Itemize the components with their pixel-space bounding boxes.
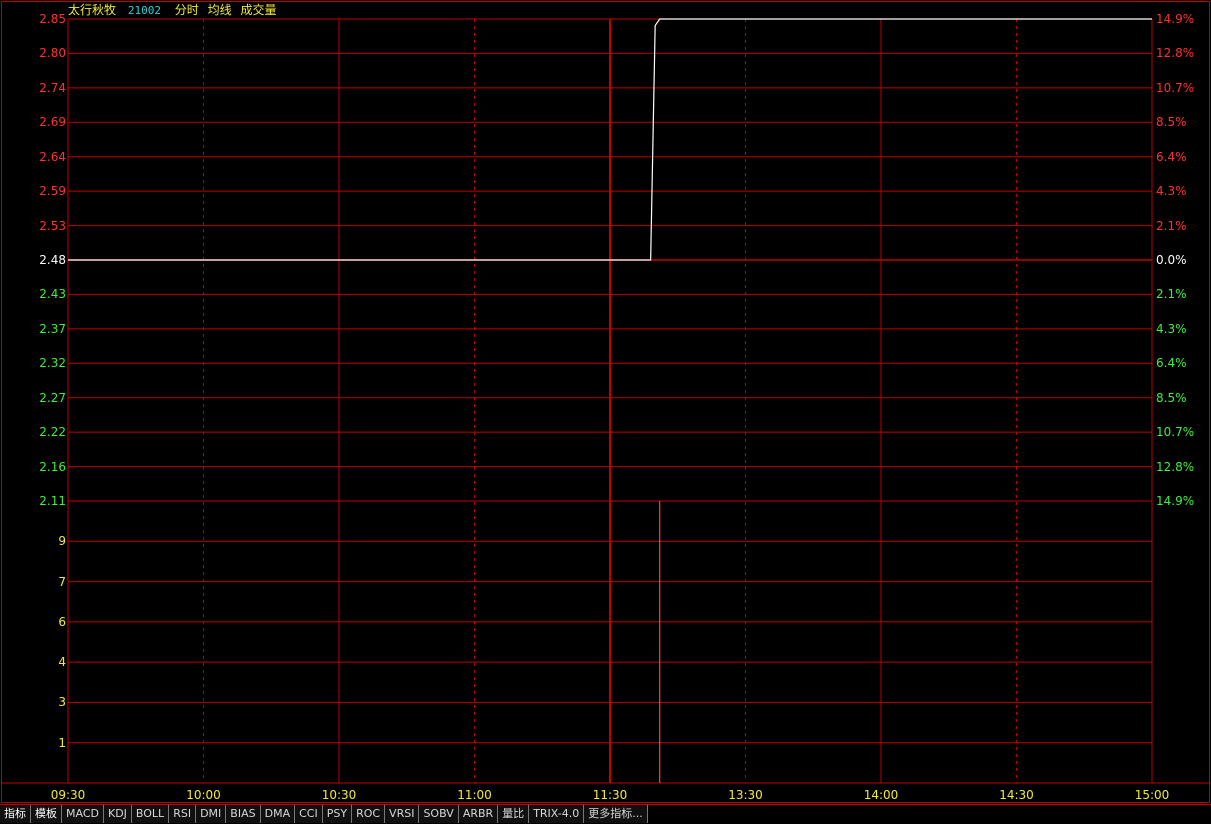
toolbar-item-0[interactable]: 指标 [0,805,31,823]
volume-tick-label: 3 [58,695,66,710]
time-tick-label: 10:30 [321,788,357,802]
toolbar-item-1[interactable]: 模板 [31,805,62,823]
toolbar-item-17[interactable]: 更多指标... [584,805,648,823]
percent-tick-label: 0.0% [1156,253,1187,267]
time-tick-label: 11:30 [592,788,628,802]
volume-tick-label: 9 [58,534,66,549]
intraday-chart[interactable] [0,0,1211,804]
time-tick-label: 10:00 [186,788,221,802]
price-tick-label: 2.64 [39,149,66,164]
toolbar-item-2[interactable]: MACD [62,805,104,823]
percent-tick-label: 12.8% [1156,459,1195,474]
price-tick-label: 2.69 [39,115,66,130]
toolbar-item-8[interactable]: DMA [260,805,296,823]
toolbar-item-4[interactable]: BOLL [131,805,170,823]
label-timeshare[interactable]: 分时 [175,3,199,17]
price-tick-label: 2.11 [39,494,66,508]
time-tick-label: 14:30 [999,788,1034,802]
percent-tick-label: 12.8% [1156,46,1195,61]
toolbar-item-11[interactable]: ROC [352,805,386,823]
price-tick-label: 2.43 [39,287,66,302]
toolbar-item-7[interactable]: BIAS [226,805,261,823]
percent-tick-label: 14.9% [1156,12,1195,26]
time-tick-label: 14:00 [863,788,899,802]
time-tick-label: 13:30 [728,788,763,802]
price-tick-label: 2.80 [39,46,66,61]
percent-tick-label: 4.3% [1156,184,1187,199]
price-tick-label: 2.74 [39,80,66,95]
price-tick-label: 2.53 [39,218,66,233]
stock-code: 21002 [127,4,161,17]
toolbar-item-9[interactable]: CCI [295,805,323,823]
time-tick-label: 09:30 [50,788,86,802]
time-tick-label: 15:00 [1134,788,1170,802]
percent-tick-label: 8.5% [1156,390,1187,405]
price-tick-label: 2.22 [39,425,66,440]
percent-tick-label: 8.5% [1156,115,1187,130]
label-volume[interactable]: 成交量 [240,3,276,17]
volume-tick-label: 1 [58,735,66,750]
stock-name: 太行秋牧 [68,3,117,17]
percent-tick-label: 14.9% [1156,494,1195,508]
percent-tick-label: 10.7% [1156,80,1195,95]
price-tick-label: 2.59 [39,184,66,199]
label-average-line[interactable]: 均线 [208,3,232,17]
chart-header: 太行秋牧 21002 分时 均线 成交量 [68,2,277,18]
percent-tick-label: 6.4% [1156,149,1187,164]
toolbar-item-14[interactable]: ARBR [458,805,499,823]
percent-tick-label: 2.1% [1156,218,1187,233]
chart-frame [1,1,1210,803]
percent-tick-label: 4.3% [1156,321,1187,336]
price-tick-label: 2.32 [39,356,66,371]
indicator-toolbar: 指标 模板 MACD KDJ BOLL RSI DMI BIAS DMA CCI PSY ROC VRS… [0,804,1211,824]
price-tick-label: 2.85 [39,12,66,26]
toolbar-item-13[interactable]: SOBV [419,805,459,823]
price-tick-label: 2.37 [39,321,66,336]
price-tick-label: 2.16 [39,459,66,474]
volume-tick-label: 6 [58,614,66,629]
toolbar-item-15[interactable]: 量比 [498,805,530,823]
toolbar-item-10[interactable]: PSY [322,805,353,823]
percent-tick-label: 6.4% [1156,356,1187,371]
percent-tick-label: 10.7% [1156,425,1195,440]
toolbar-item-5[interactable]: RSI [169,805,197,823]
toolbar-item-12[interactable]: VRSI [385,805,420,823]
toolbar-item-16[interactable]: TRIX-4.0 [529,805,585,823]
time-tick-label: 11:00 [457,788,492,802]
volume-tick-label: 4 [58,655,66,670]
toolbar-item-3[interactable]: KDJ [103,805,132,823]
toolbar-item-6[interactable]: DMI [196,805,227,823]
price-tick-label: 2.27 [39,390,66,405]
percent-tick-label: 2.1% [1156,287,1187,302]
volume-tick-label: 7 [58,574,66,589]
price-tick-label: 2.48 [39,253,66,267]
